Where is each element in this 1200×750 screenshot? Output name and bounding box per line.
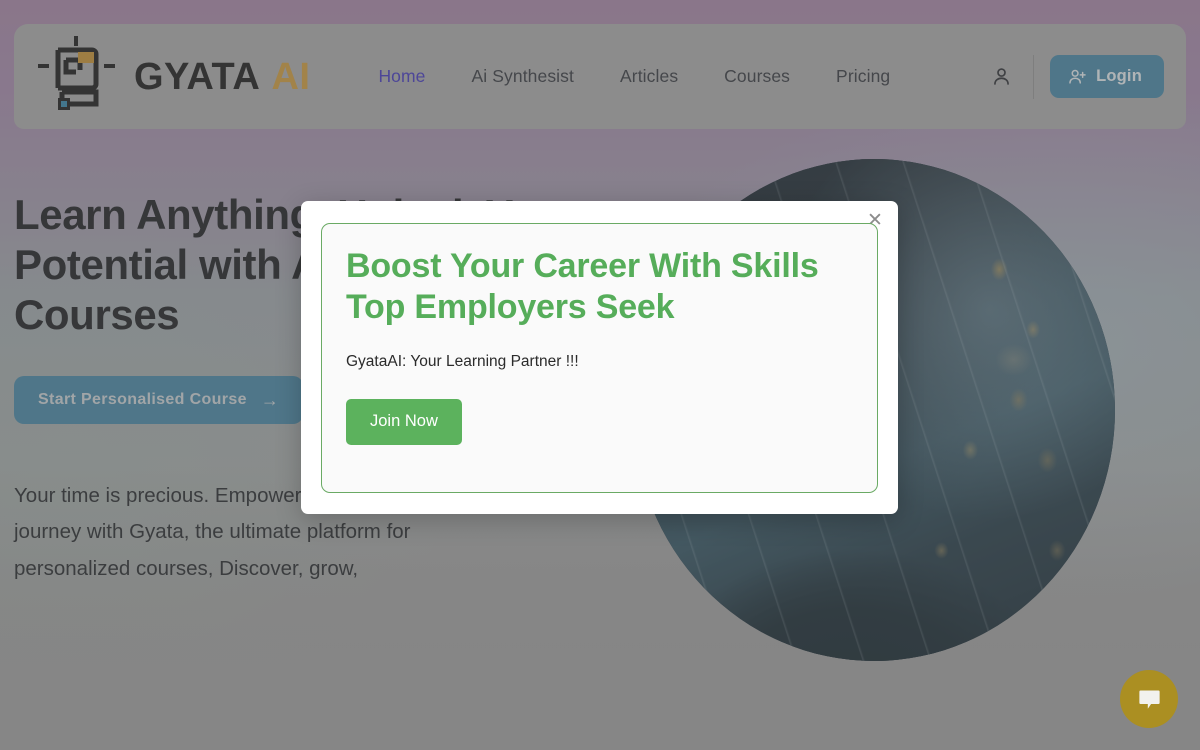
promo-modal-panel: Boost Your Career With Skills Top Employ… [321,223,878,493]
promo-modal-title: Boost Your Career With Skills Top Employ… [346,247,819,327]
join-now-button[interactable]: Join Now [346,398,462,445]
promo-modal-subtitle: GyataAI: Your Learning Partner !!! [346,352,579,370]
promo-modal: ✕ Boost Your Career With Skills Top Empl… [301,201,898,514]
chat-bubble-icon [1138,690,1160,709]
chat-widget-button[interactable] [1120,670,1178,728]
